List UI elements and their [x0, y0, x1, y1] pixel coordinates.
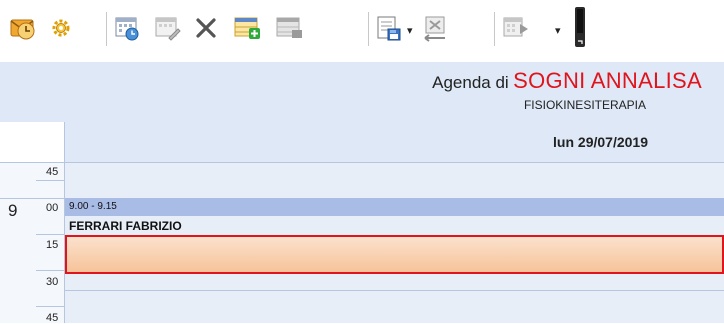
grid-line: [0, 162, 724, 163]
appointment-header[interactable]: 9.00 - 9.15: [65, 198, 724, 216]
separator: [106, 12, 107, 46]
new-appointment-button[interactable]: [112, 14, 142, 42]
appointment-body[interactable]: FERRARI FABRIZIO: [65, 216, 724, 235]
add-row-button[interactable]: [232, 14, 262, 42]
calendar-clock-icon: [115, 17, 139, 41]
edit-appointment-button[interactable]: [152, 14, 182, 42]
agenda-title-prefix: Agenda di: [432, 73, 509, 92]
appointment-time: 9.00 - 9.15: [69, 201, 117, 212]
day-label: lun 29/07/2019: [553, 134, 648, 150]
calendar-edit-icon: [155, 17, 181, 41]
grid-button[interactable]: [274, 14, 304, 42]
schedule-grid: 45 9 00 15 30 45 9.00 - 9.15 FERRARI FAB…: [0, 162, 724, 324]
cancel-box-icon: [424, 16, 445, 42]
export-save-icon: [377, 16, 401, 41]
day-header: lun 29/07/2019: [0, 122, 724, 162]
separator: [494, 12, 495, 46]
cancel-button[interactable]: [420, 14, 450, 42]
minute-label: 45: [46, 166, 59, 178]
phone-button[interactable]: [570, 6, 590, 48]
appointment-patient: FERRARI FABRIZIO: [69, 219, 182, 233]
agenda-owner-name: SOGNI ANNALISA: [513, 68, 702, 93]
envelope-clock-icon: [10, 19, 35, 40]
grid-line: [36, 270, 64, 271]
calendar-navigate-button[interactable]: [500, 14, 530, 42]
export-button[interactable]: [374, 14, 404, 42]
phone-icon: [575, 7, 585, 47]
minute-label: 30: [46, 276, 59, 288]
grid-line: [65, 290, 724, 291]
calendar-arrow-icon: [503, 17, 528, 37]
time-slot[interactable]: [65, 290, 724, 323]
minute-label: 00: [46, 202, 59, 214]
delete-button[interactable]: [192, 14, 220, 42]
grid-line: [36, 180, 64, 181]
time-slot[interactable]: [65, 162, 724, 198]
delete-x-icon: [196, 18, 216, 38]
export-dropdown-icon[interactable]: ▾: [407, 24, 413, 37]
grid-line: [36, 306, 64, 307]
calendar-dropdown-icon[interactable]: ▾: [555, 24, 561, 37]
agenda-subtitle: FISIOKINESITERAPIA: [523, 98, 646, 112]
envelope-clock-button[interactable]: [8, 14, 38, 42]
grid-line: [36, 234, 64, 235]
selected-time-slot[interactable]: [65, 235, 724, 274]
agenda-header: Agenda di SOGNI ANNALISA FISIOKINESITERA…: [0, 62, 724, 122]
toolbar: ▾ ▾: [0, 0, 724, 62]
hour-label: 9: [8, 201, 18, 220]
add-row-icon: [234, 17, 260, 39]
time-gutter-header: [0, 122, 65, 162]
separator: [368, 12, 369, 46]
agenda-title: Agenda di SOGNI ANNALISA: [432, 68, 702, 94]
gear-icon: [52, 19, 70, 37]
minute-label: 15: [46, 239, 59, 251]
settings-button[interactable]: [48, 14, 74, 42]
day-column-header[interactable]: lun 29/07/2019: [65, 122, 724, 162]
minute-label: 45: [46, 312, 59, 324]
grid-disabled-icon: [276, 17, 302, 38]
